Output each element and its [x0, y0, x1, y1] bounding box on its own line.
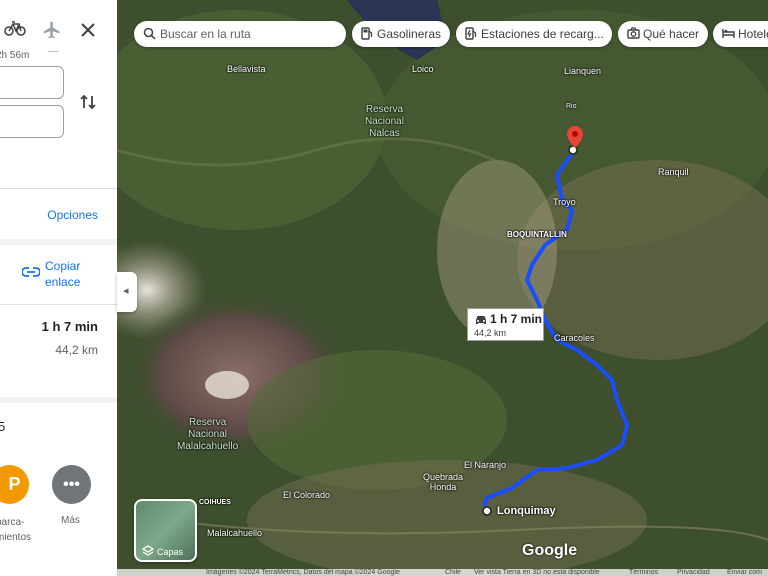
parking-label: parca- mientos [0, 517, 32, 543]
footer-attribution[interactable]: Imágenes ©2024 TerraMetrics, Datos del m… [206, 569, 400, 576]
footer-feedback[interactable]: Enviar com [727, 569, 762, 576]
travel-mode-flight[interactable] [42, 20, 62, 45]
bicycle-icon [4, 21, 26, 36]
layers-button[interactable]: Capas [134, 499, 197, 562]
chip-label: Estaciones de recarg... [481, 27, 604, 41]
place-ranquil: Ranquil [658, 167, 689, 177]
route-duration[interactable]: 1 h 7 min [42, 319, 98, 334]
swap-locations-button[interactable] [78, 92, 98, 112]
chip-label: Qué hacer [643, 27, 700, 41]
section-divider [0, 239, 117, 245]
place-caracoles: Caracoles [554, 333, 595, 343]
flight-duration: — [48, 46, 58, 57]
chip-gas-stations[interactable]: Gasolineras [352, 21, 450, 47]
chip-things-to-do[interactable]: Qué hacer [618, 21, 708, 47]
place-bellavista: Bellavista [227, 64, 266, 74]
place-el-naranjo: El Naranjo [464, 460, 507, 470]
more-button[interactable]: ••• [52, 465, 91, 504]
destination-input[interactable] [0, 105, 64, 138]
more-label: Más [61, 515, 80, 526]
footer-privacy[interactable]: Privacidad [677, 569, 710, 576]
origin-input[interactable] [0, 66, 64, 99]
search-icon [143, 27, 156, 40]
place-river: Rio [566, 103, 577, 110]
google-logo: Google [522, 542, 578, 559]
link-icon [22, 267, 40, 277]
chip-hotels[interactable]: Hoteles [713, 21, 768, 47]
travel-mode-bicycle[interactable]: 2h 56m [0, 20, 30, 61]
place-loico: Loico [412, 64, 434, 74]
place-lonquimay: Lonquimay [497, 505, 556, 517]
airplane-icon [43, 21, 60, 39]
swap-icon [80, 94, 96, 110]
close-directions-button[interactable] [78, 20, 98, 40]
layers-icon [142, 545, 154, 556]
map-footer: Imágenes ©2024 TerraMetrics, Datos del m… [117, 569, 768, 576]
close-icon [81, 23, 95, 37]
search-placeholder: Buscar en la ruta [160, 27, 251, 41]
callout-distance: 44,2 km [474, 328, 507, 338]
divider [0, 188, 117, 189]
chip-charging-stations[interactable]: Estaciones de recarg... [456, 21, 612, 47]
chip-label: Hoteles [738, 27, 768, 41]
callout-duration: 1 h 7 min [490, 312, 543, 326]
options-button[interactable]: Opciones [47, 208, 98, 222]
bicycle-duration: 2h 56m [0, 50, 30, 61]
chip-label: Gasolineras [377, 27, 442, 41]
collapse-panel-button[interactable]: ◂ [117, 272, 137, 312]
map-view[interactable]: Bellavista Loico Lianquen Reserva Nacion… [117, 0, 768, 576]
parking-button[interactable]: P [0, 465, 29, 504]
section-divider [0, 397, 117, 403]
place-quebrada-honda: Quebrada Honda [423, 472, 464, 492]
place-boquintallin: BOQUINTALLIN [507, 230, 567, 239]
place-reserva-malalcahuello: Reserva Nacional Malalcahuello [177, 417, 239, 452]
footer-terms[interactable]: Términos [629, 569, 658, 576]
camera-icon [627, 27, 640, 39]
footer-3d-notice: Ver vista Tierra en 3D no está disponibl… [474, 569, 600, 576]
place-el-colorado: El Colorado [283, 490, 331, 500]
copy-link-button[interactable]: Copiar enlace [22, 258, 117, 298]
ev-charging-icon [465, 27, 477, 40]
place-reserva-nalcas: Reserva Nacional Nalcas [365, 104, 404, 139]
directions-panel: 2h 56m — Opciones Copiar enlace 1 h 7 mi… [0, 0, 117, 576]
route-info-callout[interactable]: 1 h 7 min 44,2 km [467, 308, 544, 341]
place-lianquen: Lianquen [564, 66, 602, 76]
layers-label: Capas [157, 547, 184, 557]
car-icon [476, 316, 486, 324]
place-malalcahuello: Malalcahuello [207, 528, 263, 538]
footer-country[interactable]: Chile [445, 569, 461, 576]
chevron-left-icon: ◂ [123, 285, 129, 297]
copy-link-label: Copiar enlace [45, 259, 81, 289]
place-coihues: COIHUES [199, 499, 231, 506]
place-troyo: Troyo [553, 197, 576, 207]
app-root: { "panel": { "bike_time": "2h 56m", "fli… [0, 0, 768, 576]
partial-number: 5 [0, 419, 6, 434]
route-distance: 44,2 km [55, 343, 98, 357]
bed-icon [722, 29, 735, 38]
travel-mode-row: 2h 56m — [0, 14, 117, 61]
divider [0, 304, 117, 305]
gas-station-icon [361, 27, 373, 40]
route-search-box[interactable]: Buscar en la ruta [134, 21, 346, 47]
